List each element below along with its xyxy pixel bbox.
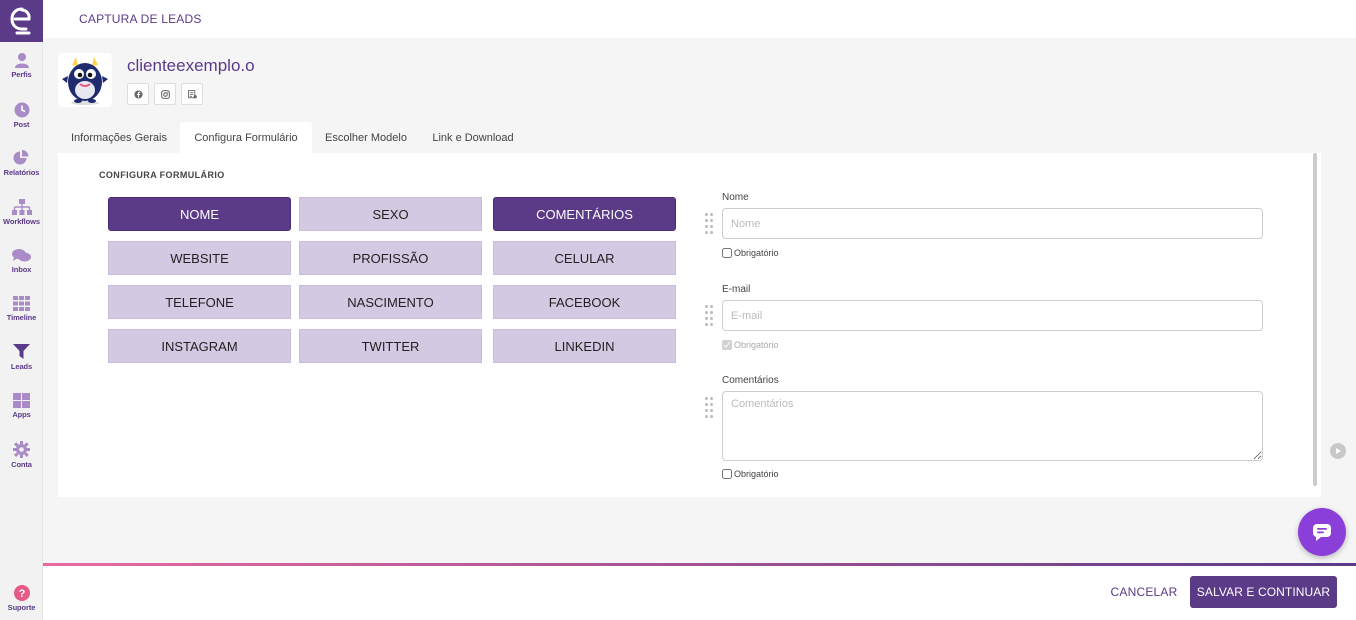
instagram-button[interactable]	[154, 83, 176, 105]
svg-text:?: ?	[18, 588, 25, 600]
sidebar-item-label: Timeline	[6, 313, 37, 322]
app-logo[interactable]	[0, 0, 43, 42]
facebook-icon	[133, 89, 143, 99]
user-icon	[14, 53, 29, 68]
chat-bubble-icon	[1313, 524, 1331, 541]
sidebar-item-label: Workflows	[3, 217, 40, 226]
checkbox[interactable]	[722, 469, 732, 479]
email-required-checkbox: Obrigatório	[722, 340, 779, 350]
mascot-icon	[62, 57, 108, 105]
sidebar-item-perfis[interactable]: Perfis	[0, 52, 43, 79]
sidebar-item-inbox[interactable]: Inbox	[0, 248, 43, 274]
tab-label: Configura Formulário	[194, 132, 298, 144]
sidebar-item-label: Conta	[11, 460, 32, 469]
scrollbar[interactable]	[1313, 153, 1317, 486]
form-icon	[187, 89, 197, 98]
field-button-facebook[interactable]: FACEBOOK	[493, 285, 676, 319]
pie-chart-icon	[13, 150, 29, 165]
sidebar-item-timeline[interactable]: Timeline	[0, 296, 43, 322]
checkbox-label: Obrigatório	[734, 248, 779, 258]
sidebar-item-label: Perfis	[11, 70, 32, 79]
facebook-button[interactable]	[127, 83, 149, 105]
gear-icon	[13, 441, 30, 458]
logo-icon	[9, 7, 31, 35]
form-button[interactable]	[181, 83, 203, 105]
drag-handle[interactable]	[705, 305, 715, 327]
nome-input[interactable]	[722, 208, 1263, 239]
field-button-instagram[interactable]: INSTAGRAM	[108, 329, 291, 363]
sidebar-item-apps[interactable]: Apps	[0, 393, 43, 419]
sidebar-item-conta[interactable]: Conta	[0, 441, 43, 469]
sidebar-item-label: Post	[13, 120, 30, 129]
tab-label: Escolher Modelo	[325, 132, 407, 144]
checkbox-label: Obrigatório	[734, 469, 779, 479]
tab-label: Link e Download	[432, 132, 514, 144]
sidebar-item-suporte[interactable]: ? Suporte	[0, 585, 43, 612]
field-button-twitter[interactable]: TWITTER	[299, 329, 482, 363]
sidebar-item-label: Suporte	[7, 603, 36, 612]
help-icon: ?	[13, 585, 30, 601]
field-button-comentarios[interactable]: COMENTÁRIOS	[493, 197, 676, 231]
apps-icon	[13, 393, 30, 408]
field-button-linkedin[interactable]: LINKEDIN	[493, 329, 676, 363]
field-button-sexo[interactable]: SEXO	[299, 197, 482, 231]
grid-icon	[13, 296, 30, 311]
section-title: CONFIGURA FORMULÁRIO	[99, 170, 225, 180]
instagram-icon	[160, 89, 170, 99]
sidebar-item-label: Apps	[12, 410, 31, 419]
sidebar-item-workflows[interactable]: Workflows	[0, 199, 43, 226]
comentarios-required-checkbox[interactable]: Obrigatório	[722, 469, 779, 479]
field-button-profissao[interactable]: PROFISSÃO	[299, 241, 482, 275]
next-arrow-button[interactable]	[1330, 443, 1346, 459]
avatar	[58, 53, 112, 107]
tab-label: Informações Gerais	[71, 132, 167, 144]
email-label: E-mail	[722, 284, 751, 295]
sidebar-item-leads[interactable]: Leads	[0, 344, 43, 371]
chat-widget-button[interactable]	[1298, 508, 1346, 556]
sidebar-item-label: Relatórios	[3, 168, 40, 177]
tab-configura-formulario[interactable]: Configura Formulário	[180, 122, 312, 154]
checkbox	[722, 340, 732, 350]
sidebar-item-label: Leads	[10, 362, 33, 371]
tab-escolher-modelo[interactable]: Escolher Modelo	[312, 122, 420, 154]
sidebar: Perfis Post Relatórios Workflows Inbox T…	[0, 0, 43, 620]
sidebar-item-post[interactable]: Post	[0, 102, 43, 129]
top-bar: CAPTURA DE LEADS	[43, 0, 1356, 38]
chat-icon	[12, 249, 31, 262]
comentarios-textarea[interactable]	[722, 391, 1263, 461]
save-continue-button[interactable]: SALVAR E CONTINUAR	[1190, 576, 1337, 608]
checkbox[interactable]	[722, 248, 732, 258]
field-button-nascimento[interactable]: NASCIMENTO	[299, 285, 482, 319]
profile-name: clienteexemplo.o	[127, 56, 255, 75]
clock-icon	[14, 102, 29, 118]
field-button-website[interactable]: WEBSITE	[108, 241, 291, 275]
drag-handle[interactable]	[705, 213, 715, 235]
comentarios-label: Comentários	[722, 375, 779, 386]
nome-label: Nome	[722, 192, 749, 203]
sitemap-icon	[11, 199, 32, 215]
tab-informacoes-gerais[interactable]: Informações Gerais	[58, 122, 180, 154]
field-button-nome[interactable]: NOME	[108, 197, 291, 231]
tab-link-e-download[interactable]: Link e Download	[420, 122, 526, 154]
form-config-panel: CONFIGURA FORMULÁRIO NOME SEXO COMENTÁRI…	[58, 153, 1321, 497]
page-title: CAPTURA DE LEADS	[79, 12, 202, 26]
checkbox-label: Obrigatório	[734, 340, 779, 350]
sidebar-item-label: Inbox	[11, 265, 32, 274]
play-icon	[1336, 448, 1341, 454]
sidebar-item-relatorios[interactable]: Relatórios	[0, 150, 43, 177]
cancel-button[interactable]: CANCELAR	[1103, 576, 1185, 608]
email-input[interactable]	[722, 300, 1263, 331]
nome-required-checkbox[interactable]: Obrigatório	[722, 248, 779, 258]
field-button-telefone[interactable]: TELEFONE	[108, 285, 291, 319]
filter-icon	[13, 344, 30, 359]
field-button-celular[interactable]: CELULAR	[493, 241, 676, 275]
drag-handle[interactable]	[705, 397, 715, 419]
